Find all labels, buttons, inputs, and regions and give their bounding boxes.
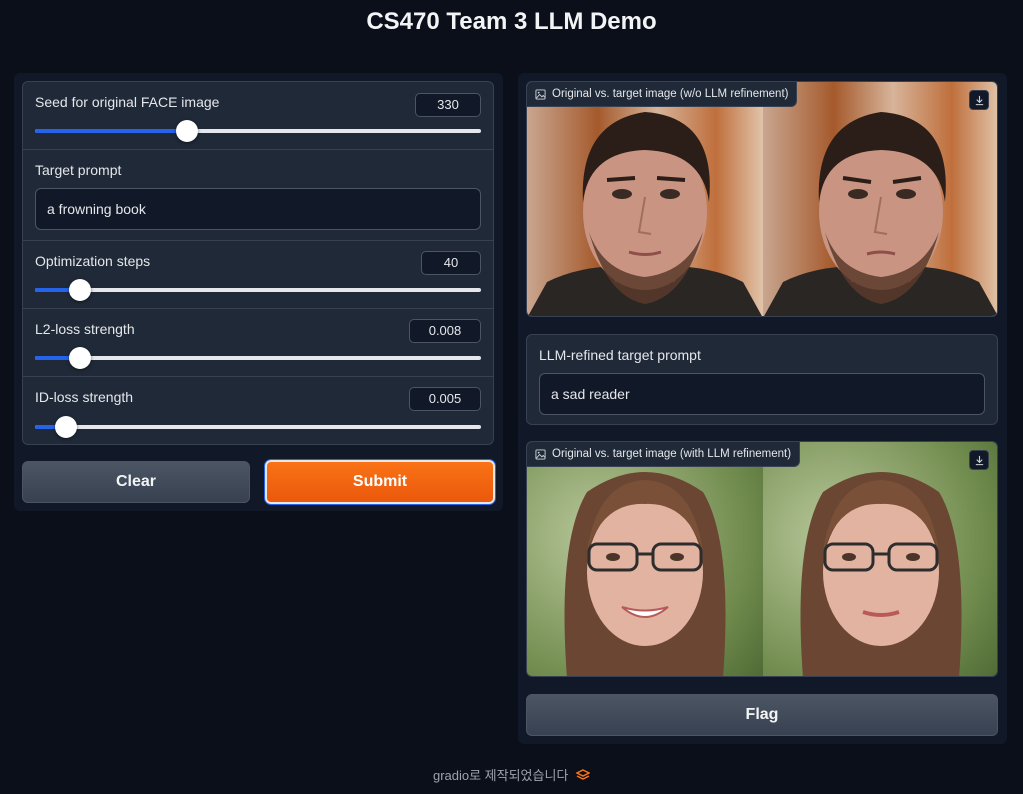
refined-prompt-box: LLM-refined target prompt a sad reader bbox=[526, 334, 998, 425]
original-face-image-2 bbox=[527, 442, 763, 676]
target-face-image-1 bbox=[763, 82, 997, 316]
l2-number-input[interactable]: 0.008 bbox=[409, 319, 481, 343]
seed-number-input[interactable]: 330 bbox=[415, 93, 481, 117]
input-form: Seed for original FACE image 330 Target … bbox=[22, 81, 494, 445]
image-label-1: Original vs. target image (w/o LLM refin… bbox=[527, 82, 798, 107]
refined-prompt-output[interactable]: a sad reader bbox=[539, 373, 985, 415]
original-face-image-1 bbox=[527, 82, 763, 316]
download-icon bbox=[975, 95, 983, 105]
clear-button[interactable]: Clear bbox=[22, 461, 250, 503]
l2-block: L2-loss strength 0.008 bbox=[23, 309, 493, 377]
steps-slider[interactable] bbox=[35, 279, 481, 301]
id-slider-thumb[interactable] bbox=[55, 416, 78, 438]
steps-slider-thumb[interactable] bbox=[68, 279, 91, 301]
target-prompt-input[interactable]: a frowning book bbox=[35, 188, 481, 230]
seed-slider[interactable] bbox=[35, 120, 481, 142]
seed-block: Seed for original FACE image 330 bbox=[23, 82, 493, 150]
target-face-image-2 bbox=[763, 442, 997, 676]
download-button-1[interactable] bbox=[969, 90, 989, 110]
footer: gradio로 제작되었습니다 bbox=[0, 765, 1023, 784]
output-image-panel-1: Original vs. target image (w/o LLM refin… bbox=[526, 81, 998, 317]
gradio-logo-icon bbox=[575, 769, 591, 780]
download-button-2[interactable] bbox=[969, 450, 989, 470]
image-label-1-text: Original vs. target image (w/o LLM refin… bbox=[552, 88, 789, 100]
id-slider[interactable] bbox=[35, 416, 481, 438]
page-title: CS470 Team 3 LLM Demo bbox=[366, 8, 657, 35]
footer-text[interactable]: gradio로 제작되었습니다 bbox=[433, 768, 568, 783]
steps-number-input[interactable]: 40 bbox=[421, 251, 481, 275]
submit-button[interactable]: Submit bbox=[265, 460, 495, 504]
image-icon bbox=[535, 448, 546, 460]
target-prompt-block: Target prompt a frowning book bbox=[23, 150, 493, 241]
target-prompt-label: Target prompt bbox=[35, 162, 122, 178]
seed-slider-thumb[interactable] bbox=[175, 120, 198, 142]
seed-label: Seed for original FACE image bbox=[35, 94, 220, 110]
id-number-input[interactable]: 0.005 bbox=[409, 387, 481, 411]
id-block: ID-loss strength 0.005 bbox=[23, 377, 493, 444]
l2-slider[interactable] bbox=[35, 347, 481, 369]
steps-block: Optimization steps 40 bbox=[23, 241, 493, 309]
flag-button[interactable]: Flag bbox=[526, 694, 998, 736]
image-label-2-text: Original vs. target image (with LLM refi… bbox=[552, 448, 792, 460]
output-image-panel-2: Original vs. target image (with LLM refi… bbox=[526, 441, 998, 677]
id-label: ID-loss strength bbox=[35, 389, 134, 405]
image-label-2: Original vs. target image (with LLM refi… bbox=[527, 442, 801, 467]
image-icon bbox=[535, 88, 546, 100]
download-icon bbox=[975, 455, 983, 465]
seed-slider-fill bbox=[35, 129, 187, 133]
l2-slider-thumb[interactable] bbox=[68, 347, 91, 369]
steps-label: Optimization steps bbox=[35, 253, 151, 269]
refined-prompt-label: LLM-refined target prompt bbox=[539, 347, 701, 363]
l2-label: L2-loss strength bbox=[35, 321, 135, 337]
